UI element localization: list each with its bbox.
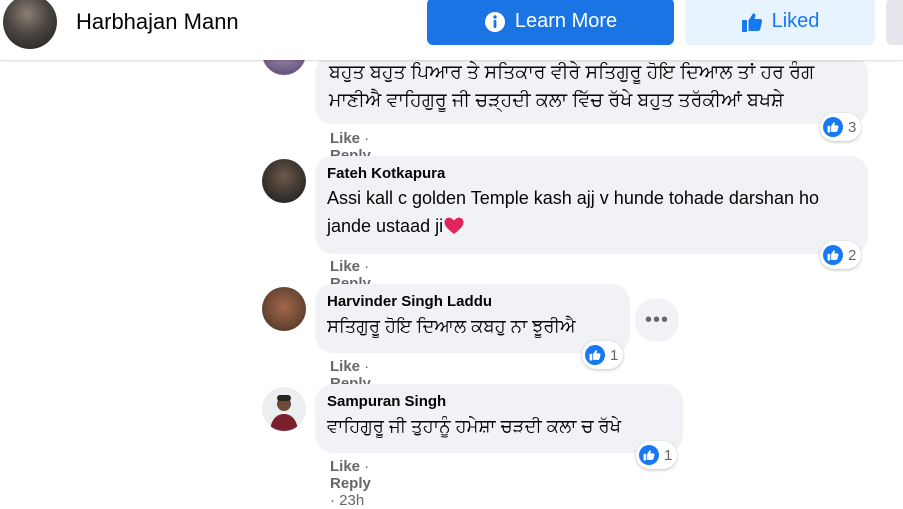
comment-text: ਬਹੁਤ ਬਹੁਤ ਪਿਆਰ ਤੇ ਸਤਿਕਾਰ ਵੀਰੇ ਸਤਿਗੁਰੂ ਹੋ…	[329, 62, 815, 111]
like-link[interactable]: Like	[330, 458, 360, 475]
like-reaction-icon	[823, 245, 843, 265]
commenter-avatar[interactable]	[262, 387, 306, 431]
comment-text: Assi kall c golden Temple kash ajj v hun…	[327, 184, 856, 243]
comment-bubble: Harvinder Singh Laddu ਸਤਿਗੁਰੂ ਹੋਇ ਦਿਆਲ ਕ…	[315, 284, 630, 353]
comment-actions: Like · Reply · 23h	[330, 458, 371, 509]
reaction-summary[interactable]: 2	[820, 241, 862, 269]
comment-more-options-button[interactable]: •••	[635, 298, 679, 342]
comment-author[interactable]: Sampuran Singh	[327, 392, 671, 412]
liked-button[interactable]: Liked	[685, 0, 875, 45]
page-avatar[interactable]	[3, 0, 57, 49]
person-photo-icon	[270, 395, 298, 431]
reaction-count: 1	[610, 346, 619, 364]
learn-more-label: Learn More	[514, 10, 618, 32]
learn-more-button[interactable]: Learn More	[427, 0, 674, 45]
reaction-summary[interactable]: 3	[820, 113, 862, 141]
comment-text: ਸਤਿਗੁਰੂ ਹੋਇ ਦਿਆਲ ਕਬਹੁ ਨਾ ਝੂਰੀਐ	[327, 316, 576, 336]
comment-bubble: Fateh Kotkapura Assi kall c golden Templ…	[315, 156, 868, 254]
page-more-button[interactable]	[886, 0, 903, 45]
page-name[interactable]: Harbhajan Mann	[76, 9, 239, 35]
heart-emoji	[444, 215, 464, 243]
more-options-icon: •••	[644, 308, 669, 331]
comment-text: ਵਾਹਿਗੁਰੂ ਜੀ ਤੁਹਾਨੂੰ ਹਮੇਸ਼ਾ ਚੜਦੀ ਕਲਾ ਚ ਰੱ…	[327, 416, 622, 436]
like-reaction-icon	[823, 117, 843, 137]
liked-label: Liked	[771, 10, 820, 32]
thumbs-up-icon	[741, 11, 763, 33]
comment-author[interactable]: Fateh Kotkapura	[327, 164, 856, 184]
comment-bubble: Sampuran Singh ਵਾਹਿਗੁਰੂ ਜੀ ਤੁਹਾਨੂੰ ਹਮੇਸ਼…	[315, 384, 683, 453]
comment-time[interactable]: 23h	[339, 492, 364, 509]
comment-bubble: ਬਹੁਤ ਬਹੁਤ ਪਿਆਰ ਤੇ ਸਤਿਕਾਰ ਵੀਰੇ ਸਤਿਗੁਰੂ ਹੋ…	[315, 55, 868, 124]
reaction-summary[interactable]: 1	[636, 441, 678, 469]
reaction-count: 2	[848, 246, 857, 264]
commenter-avatar[interactable]	[262, 287, 306, 331]
comment-author[interactable]: Harvinder Singh Laddu	[327, 292, 618, 312]
like-link[interactable]: Like	[330, 258, 360, 275]
reaction-summary[interactable]: 1	[582, 341, 624, 369]
page-header-bar: Harbhajan Mann Learn More Liked	[0, 0, 903, 60]
like-link[interactable]: Like	[330, 130, 360, 147]
like-reaction-icon	[585, 345, 605, 365]
info-icon	[484, 11, 506, 33]
reaction-count: 1	[664, 446, 673, 464]
comment-text-content: Assi kall c golden Temple kash ajj v hun…	[327, 188, 819, 236]
like-reaction-icon	[639, 445, 659, 465]
commenter-avatar[interactable]	[262, 159, 306, 203]
like-link[interactable]: Like	[330, 358, 360, 375]
reaction-count: 3	[848, 118, 857, 136]
